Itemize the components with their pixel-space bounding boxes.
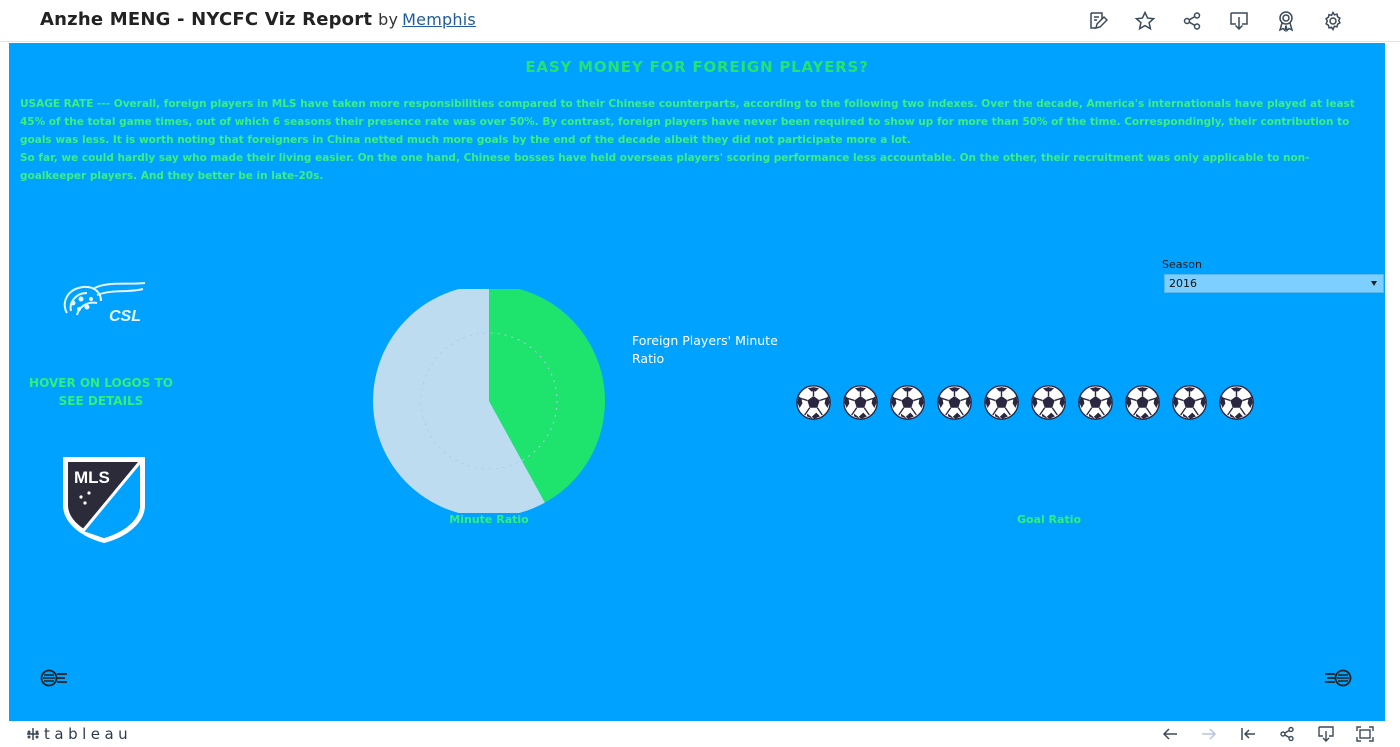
intro-text: USAGE RATE --- Overall, foreign players …: [20, 95, 1372, 185]
minute-ratio-caption: Minute Ratio: [449, 513, 529, 526]
soccer-ball-icon[interactable]: [842, 384, 879, 421]
legend-title: Foreign Players' Minute Ratio: [632, 333, 778, 366]
previous-page-ball-icon[interactable]: [38, 667, 70, 689]
dashboard-headline: EASY MONEY FOR FOREIGN PLAYERS?: [525, 58, 869, 76]
viz-title-text: Anzhe MENG - NYCFC Viz Report: [40, 9, 373, 30]
edit-icon[interactable]: [1086, 9, 1110, 33]
tableau-logo-icon: [27, 728, 39, 740]
share-icon[interactable]: [1277, 724, 1297, 744]
intro-paragraph-2: So far, we could hardly say who made the…: [20, 152, 1310, 182]
share-icon[interactable]: [1180, 9, 1204, 33]
top-header: Anzhe MENG - NYCFC Viz Report by Memphis: [0, 0, 1400, 42]
soccer-ball-icon[interactable]: [1030, 384, 1067, 421]
star-icon[interactable]: [1133, 9, 1157, 33]
viz-title: Anzhe MENG - NYCFC Viz Report by Memphis: [40, 9, 476, 30]
intro-paragraph-1: USAGE RATE --- Overall, foreign players …: [20, 98, 1355, 146]
soccer-ball-icon[interactable]: [983, 384, 1020, 421]
csl-logo-text: CSL: [109, 308, 141, 325]
soccer-ball-icon[interactable]: [1171, 384, 1208, 421]
soccer-ball-icon[interactable]: [1218, 384, 1255, 421]
settings-icon[interactable]: [1321, 9, 1345, 33]
season-selected-value: 2016: [1169, 277, 1197, 290]
header-toolbar: [1086, 9, 1345, 33]
fullscreen-icon[interactable]: [1355, 724, 1375, 744]
badge-icon[interactable]: [1274, 9, 1298, 33]
mls-logo-text: MLS: [74, 468, 110, 487]
download-icon[interactable]: [1316, 724, 1336, 744]
revert-icon[interactable]: [1238, 724, 1258, 744]
soccer-ball-icon[interactable]: [936, 384, 973, 421]
chevron-down-icon: [1371, 281, 1377, 286]
goal-ratio-pictogram[interactable]: [795, 384, 1255, 421]
tableau-wordmark: tableau: [44, 725, 133, 743]
mls-logo[interactable]: MLS: [59, 453, 149, 545]
next-page-ball-icon[interactable]: [1322, 667, 1354, 689]
dashboard-canvas: EASY MONEY FOR FOREIGN PLAYERS? USAGE RA…: [9, 43, 1385, 721]
hover-hint: HOVER ON LOGOS TO SEE DETAILS: [29, 376, 173, 408]
minute-ratio-pie-chart[interactable]: [370, 289, 608, 513]
soccer-ball-icon[interactable]: [889, 384, 926, 421]
redo-icon[interactable]: [1199, 724, 1219, 744]
soccer-ball-icon[interactable]: [1077, 384, 1114, 421]
bottom-toolbar: tableau: [0, 721, 1400, 747]
season-filter-label: Season: [1162, 258, 1202, 271]
by-label: by: [378, 10, 399, 29]
season-dropdown[interactable]: 2016: [1164, 274, 1384, 293]
csl-logo[interactable]: CSL: [57, 281, 149, 331]
tableau-logo[interactable]: tableau: [26, 725, 132, 743]
soccer-ball-icon[interactable]: [1124, 384, 1161, 421]
undo-icon[interactable]: [1160, 724, 1180, 744]
goal-ratio-caption: Goal Ratio: [1016, 513, 1082, 526]
download-icon[interactable]: [1227, 9, 1251, 33]
soccer-ball-icon[interactable]: [795, 384, 832, 421]
bottom-toolbar-icons: [1160, 724, 1375, 744]
author-link[interactable]: Memphis: [402, 10, 476, 29]
